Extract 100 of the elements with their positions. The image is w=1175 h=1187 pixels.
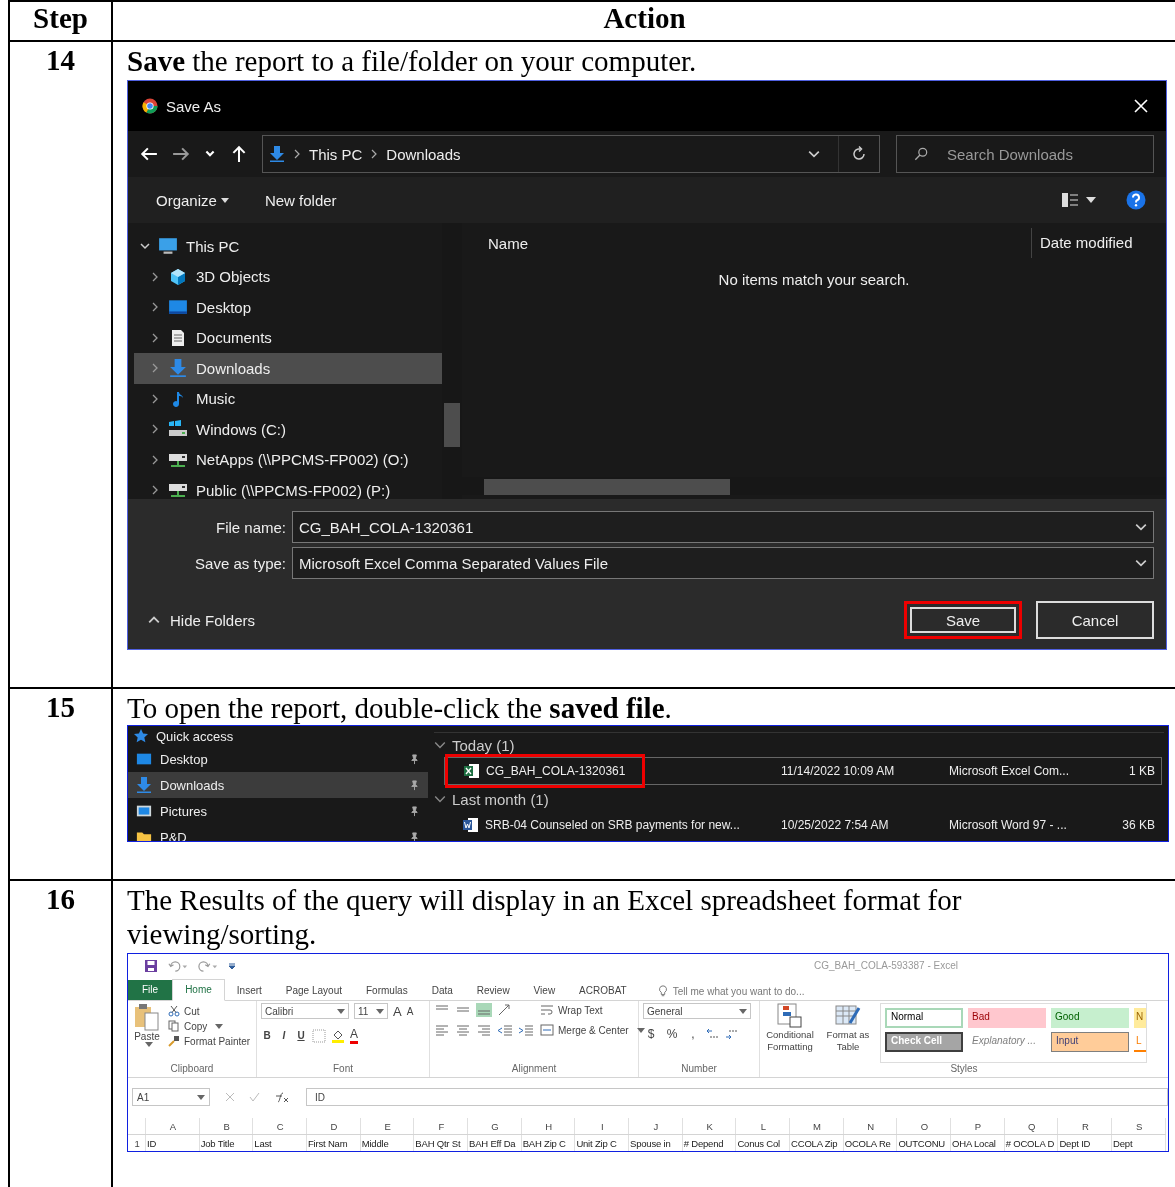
search-field[interactable]: Search Downloads bbox=[896, 135, 1154, 173]
table-cell[interactable]: ID bbox=[145, 1134, 200, 1151]
tree-item[interactable]: NetApps (\\PPCMS-FP002) (O:) bbox=[134, 444, 442, 475]
chevron-right-icon[interactable] bbox=[150, 393, 160, 404]
column-letter[interactable]: C bbox=[252, 1118, 307, 1135]
ribbon-tab[interactable]: ACROBAT bbox=[567, 982, 639, 1000]
pin-icon[interactable] bbox=[409, 779, 420, 791]
table-cell[interactable]: OHA Local bbox=[950, 1134, 1005, 1151]
ribbon-tab[interactable]: Data bbox=[419, 982, 465, 1000]
cell-style-option[interactable]: Input bbox=[1051, 1032, 1129, 1052]
cell-style-option[interactable]: N bbox=[1134, 1008, 1146, 1028]
italic-button[interactable]: I bbox=[278, 1030, 290, 1041]
column-letter[interactable]: B bbox=[199, 1118, 253, 1135]
decrease-font-size-button[interactable]: A bbox=[406, 1005, 414, 1017]
refresh-icon[interactable] bbox=[851, 146, 867, 162]
ribbon-tab[interactable]: Review bbox=[464, 982, 522, 1000]
table-cell[interactable]: BAH Eff Da bbox=[467, 1134, 522, 1151]
table-cell[interactable]: Unit Zip C bbox=[574, 1134, 629, 1151]
font-color-button[interactable]: A bbox=[350, 1027, 358, 1044]
column-letter[interactable]: H bbox=[521, 1118, 575, 1135]
pin-icon[interactable] bbox=[409, 831, 420, 841]
navigation-item[interactable]: Pictures bbox=[128, 798, 428, 824]
organize-menu[interactable]: Organize bbox=[156, 191, 229, 209]
chevron-down-icon[interactable] bbox=[140, 241, 150, 252]
chevron-right-icon[interactable] bbox=[150, 424, 160, 435]
tree-item[interactable]: Music bbox=[134, 383, 442, 414]
column-letter[interactable]: S bbox=[1111, 1118, 1166, 1135]
table-cell[interactable]: BAH Qtr St bbox=[413, 1134, 468, 1151]
pin-icon[interactable] bbox=[409, 753, 420, 765]
increase-indent-icon[interactable] bbox=[518, 1023, 534, 1037]
close-icon[interactable] bbox=[1134, 99, 1148, 113]
formula-field[interactable]: ID bbox=[306, 1088, 1168, 1106]
table-cell[interactable]: Job Title bbox=[199, 1134, 253, 1151]
file-name-field[interactable]: CG_BAH_COLA-1320361 bbox=[292, 511, 1154, 543]
up-arrow-icon[interactable] bbox=[230, 145, 248, 163]
ribbon-tab[interactable]: Insert bbox=[224, 982, 274, 1000]
table-cell[interactable]: OCOLA Re bbox=[843, 1134, 897, 1151]
name-box[interactable]: A1 bbox=[132, 1088, 210, 1106]
column-letter[interactable]: P bbox=[950, 1118, 1005, 1135]
cell-style-option[interactable]: Normal bbox=[885, 1008, 963, 1028]
copy-button[interactable]: Copy bbox=[168, 1020, 251, 1032]
table-cell[interactable]: Conus Col bbox=[735, 1134, 790, 1151]
tree-item[interactable]: 3D Objects bbox=[134, 261, 442, 292]
column-letter[interactable]: O bbox=[896, 1118, 951, 1135]
forward-arrow-icon[interactable] bbox=[172, 145, 190, 163]
customize-menu-icon[interactable] bbox=[228, 962, 236, 970]
hide-folders-button[interactable]: Hide Folders bbox=[148, 611, 256, 629]
table-cell[interactable]: # Depend bbox=[682, 1134, 736, 1151]
ribbon-tab[interactable]: File bbox=[128, 980, 173, 1000]
underline-button[interactable]: U bbox=[295, 1030, 307, 1041]
save-icon[interactable] bbox=[144, 959, 158, 973]
table-cell[interactable]: First Nam bbox=[306, 1134, 361, 1151]
conditional-formatting-button[interactable]: Conditional Formatting bbox=[764, 1003, 816, 1063]
file-type-dropdown[interactable]: Microsoft Excel Comma Separated Values File bbox=[292, 547, 1154, 579]
navigation-item[interactable]: P&D bbox=[128, 824, 428, 841]
wrap-text-button[interactable]: Wrap Text bbox=[540, 1003, 645, 1017]
tree-item[interactable]: Desktop bbox=[134, 292, 442, 323]
tree-item[interactable]: Windows (C:) bbox=[134, 414, 442, 445]
fill-color-icon[interactable] bbox=[331, 1028, 345, 1043]
column-letter[interactable]: M bbox=[789, 1118, 844, 1135]
chevron-right-icon[interactable] bbox=[150, 485, 160, 496]
cancel-button[interactable]: Cancel bbox=[1036, 601, 1154, 639]
percent-button[interactable]: % bbox=[664, 1027, 680, 1041]
column-letter[interactable]: I bbox=[574, 1118, 629, 1135]
file-row[interactable]: SRB-04 Counseled on SRB payments for new... 10/25/2022 7:54 AM Microsoft Word 97 - ... 36 KB bbox=[444, 811, 1162, 839]
tell-me-field[interactable]: Tell me what you want to do... bbox=[656, 982, 805, 1000]
column-letter[interactable]: Q bbox=[1004, 1118, 1058, 1135]
group-header[interactable]: Last month (1) bbox=[434, 787, 1168, 811]
column-letter[interactable]: F bbox=[413, 1118, 468, 1135]
number-format-dropdown[interactable]: General bbox=[643, 1003, 751, 1019]
tree-item[interactable]: This PC bbox=[134, 231, 442, 262]
column-letter[interactable]: N bbox=[843, 1118, 897, 1135]
format-as-table-button[interactable]: Format as Table bbox=[822, 1003, 874, 1063]
table-cell[interactable]: # OCOLA D bbox=[1004, 1134, 1058, 1151]
chevron-right-icon[interactable] bbox=[150, 363, 160, 374]
decrease-indent-icon[interactable] bbox=[497, 1023, 513, 1037]
table-cell[interactable]: Middle bbox=[360, 1134, 414, 1151]
currency-button[interactable]: $ bbox=[643, 1027, 659, 1041]
chevron-right-icon[interactable] bbox=[150, 332, 160, 343]
view-options-icon[interactable] bbox=[1060, 193, 1098, 207]
table-cell[interactable]: BAH Zip C bbox=[521, 1134, 575, 1151]
ribbon-tab[interactable]: Page Layout bbox=[273, 982, 354, 1000]
increase-font-size-button[interactable]: A bbox=[393, 1003, 402, 1019]
font-name-dropdown[interactable]: Calibri bbox=[261, 1003, 349, 1019]
save-button[interactable]: Save bbox=[904, 601, 1022, 639]
tree-item[interactable]: Documents bbox=[134, 322, 442, 353]
address-bar[interactable]: This PC Downloads bbox=[262, 135, 880, 173]
column-letter[interactable]: G bbox=[467, 1118, 522, 1135]
table-cell[interactable]: Spouse in bbox=[628, 1134, 683, 1151]
ribbon-tab[interactable]: Formulas bbox=[354, 982, 420, 1000]
cell-style-option[interactable]: Explanatory ... bbox=[968, 1032, 1046, 1052]
column-letter[interactable]: K bbox=[682, 1118, 736, 1135]
merge-center-button[interactable]: Merge & Center bbox=[540, 1023, 645, 1037]
new-folder-button[interactable]: New folder bbox=[264, 191, 337, 209]
undo-icon[interactable] bbox=[168, 960, 188, 972]
navigation-item[interactable]: Desktop bbox=[128, 746, 428, 772]
column-letter[interactable]: D bbox=[306, 1118, 361, 1135]
column-letter[interactable]: A bbox=[145, 1118, 200, 1135]
group-header[interactable]: Today (1) bbox=[434, 733, 1168, 757]
column-letter[interactable]: L bbox=[735, 1118, 790, 1135]
